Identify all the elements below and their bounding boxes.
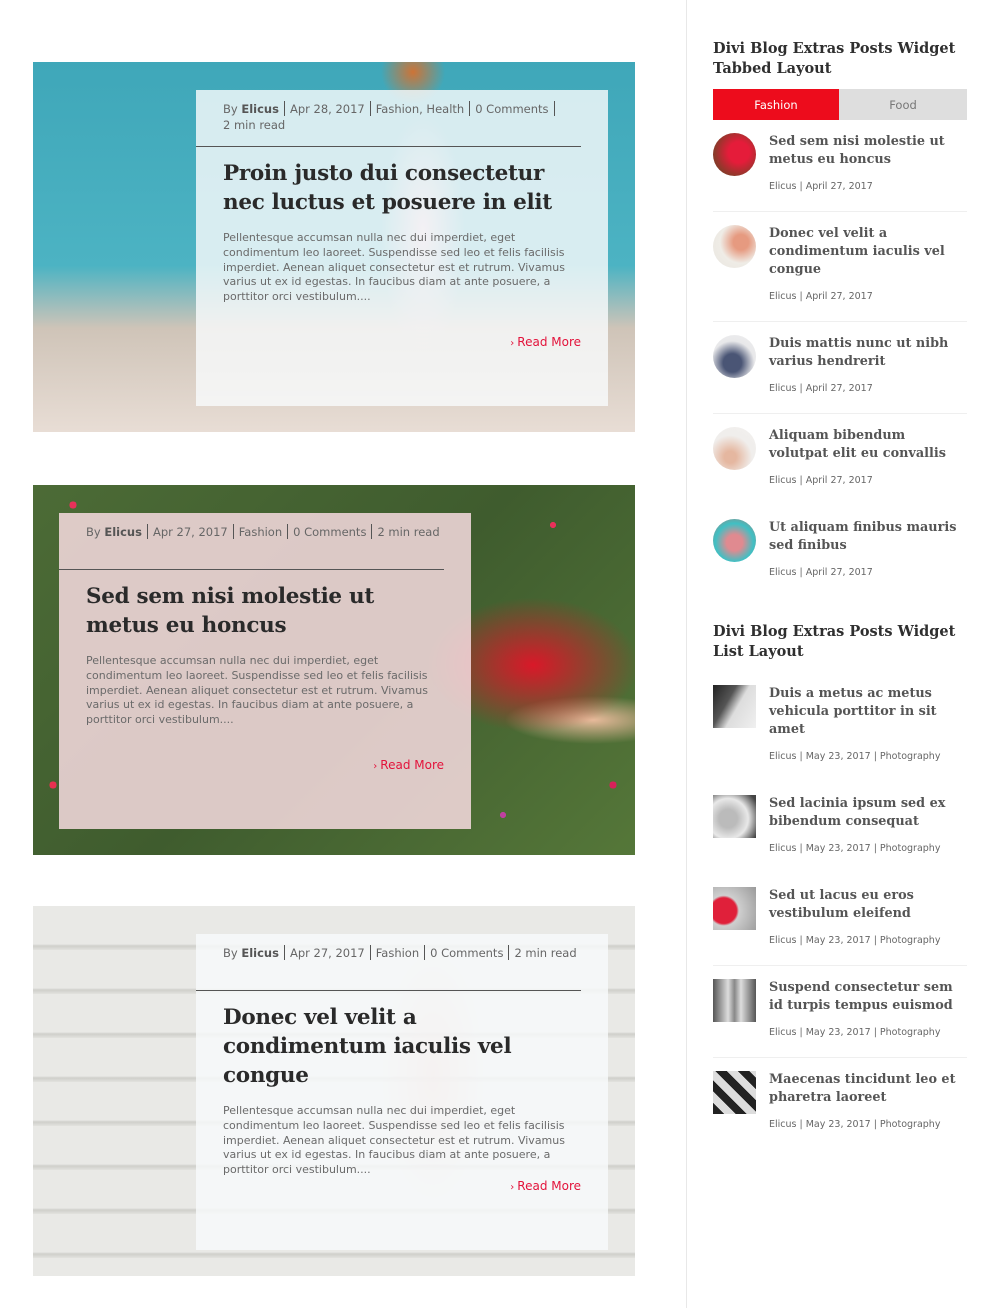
- sidebar-post-title[interactable]: Aliquam bibendum volutpat elit eu conval…: [769, 427, 967, 463]
- post-title-link[interactable]: Donec vel velit a condimentum iaculis ve…: [223, 1003, 581, 1090]
- meta-separator: [146, 524, 148, 539]
- post-read-time: 2 min read: [514, 946, 577, 960]
- blog-main-column: By Elicus Apr 28, 2017 Fashion, Health 0 Co…: [0, 0, 686, 1308]
- meta-separator: [508, 945, 510, 960]
- sidebar-post-meta: Elicus | April 27, 2017: [769, 291, 873, 302]
- post-categories-link[interactable]: Fashion, Health: [376, 102, 464, 116]
- read-more-label: Read More: [517, 335, 581, 349]
- meta-separator: [283, 945, 285, 960]
- read-more-label: Read More: [380, 758, 444, 772]
- post-thumbnail[interactable]: [713, 225, 756, 268]
- post-categories-link[interactable]: Fashion: [376, 946, 419, 960]
- item-divider: [713, 321, 967, 322]
- sidebar-post-meta: Elicus | April 27, 2017: [769, 567, 873, 578]
- sidebar-post-meta: Elicus | April 27, 2017: [769, 181, 873, 192]
- meta-separator: [287, 524, 289, 539]
- sidebar-post-title[interactable]: Sed ut lacus eu eros vestibulum eleifend: [769, 887, 967, 923]
- sidebar-post-title[interactable]: Ut aliquam finibus mauris sed finibus: [769, 519, 967, 555]
- meta-separator: [469, 101, 471, 116]
- item-divider: [713, 1057, 967, 1058]
- author-prefix: By: [86, 525, 101, 539]
- sidebar-post-title[interactable]: Duis a metus ac metus vehicula porttitor…: [769, 685, 967, 739]
- post-excerpt: Pellentesque accumsan nulla nec dui impe…: [223, 231, 565, 304]
- chevron-right-icon: ›: [373, 761, 378, 772]
- meta-separator: [371, 524, 373, 539]
- post-author-link[interactable]: Elicus: [241, 946, 279, 960]
- blog-post: By Elicus Apr 28, 2017 Fashion, Health 0 Co…: [33, 62, 635, 432]
- post-comments-link[interactable]: 0 Comments: [293, 525, 366, 539]
- post-title-link[interactable]: Proin justo dui consectetur nec luctus e…: [223, 159, 581, 217]
- post-thumbnail[interactable]: [713, 1071, 756, 1114]
- post-date: Apr 27, 2017: [289, 946, 365, 960]
- post-thumbnail[interactable]: [713, 979, 756, 1022]
- post-read-time: 2 min read: [377, 525, 440, 539]
- tab-food[interactable]: Food: [839, 89, 967, 120]
- meta-divider: [196, 990, 581, 991]
- sidebar-post-meta: Elicus | May 23, 2017 | Photography: [769, 1119, 941, 1130]
- post-date: Apr 28, 2017: [289, 102, 365, 116]
- widget-title: Divi Blog Extras Posts Widget List Layou…: [713, 623, 956, 660]
- sidebar-post-title[interactable]: Donec vel velit a condimentum iaculis ve…: [769, 225, 967, 279]
- post-thumbnail[interactable]: [713, 519, 756, 562]
- item-divider: [713, 211, 967, 212]
- post-author-link[interactable]: Elicus: [241, 102, 279, 116]
- sidebar-post-meta: Elicus | April 27, 2017: [769, 475, 873, 486]
- read-more-link[interactable]: › Read More: [510, 1179, 581, 1193]
- chevron-right-icon: ›: [510, 1182, 515, 1193]
- sidebar-post-meta: Elicus | May 23, 2017 | Photography: [769, 935, 941, 946]
- post-thumbnail[interactable]: [713, 795, 756, 838]
- sidebar-post-title[interactable]: Sed sem nisi molestie ut metus eu honcus: [769, 133, 967, 169]
- tab-fashion[interactable]: Fashion: [713, 89, 839, 120]
- post-thumbnail[interactable]: [713, 133, 756, 176]
- author-prefix: By: [223, 102, 238, 116]
- meta-separator: [283, 101, 285, 116]
- sidebar-post-title[interactable]: Maecenas tincidunt leo et pharetra laore…: [769, 1071, 967, 1107]
- item-divider: [713, 413, 967, 414]
- item-divider: [713, 965, 967, 966]
- meta-separator: [424, 945, 426, 960]
- meta-separator: [553, 101, 555, 116]
- post-thumbnail[interactable]: [713, 887, 756, 930]
- meta-divider: [196, 146, 581, 147]
- sidebar-post-title[interactable]: Suspend consectetur sem id turpis tempus…: [769, 979, 967, 1015]
- post-thumbnail[interactable]: [713, 685, 756, 728]
- post-overlay-card: By Elicus Apr 28, 2017 Fashion, Health 0 Co…: [196, 90, 608, 406]
- post-excerpt: Pellentesque accumsan nulla nec dui impe…: [86, 654, 428, 727]
- widget-title: Divi Blog Extras Posts Widget Tabbed Lay…: [713, 40, 956, 77]
- post-author-link[interactable]: Elicus: [104, 525, 142, 539]
- post-comments-link[interactable]: 0 Comments: [475, 102, 548, 116]
- meta-separator: [369, 101, 371, 116]
- sidebar-post-meta: Elicus | May 23, 2017 | Photography: [769, 751, 941, 762]
- read-more-link[interactable]: › Read More: [373, 758, 444, 772]
- meta-separator: [232, 524, 234, 539]
- sidebar-divider: [686, 0, 687, 1308]
- post-meta: By Elicus Apr 27, 2017 Fashion 0 Comments 2 …: [223, 934, 581, 990]
- author-prefix: By: [223, 946, 238, 960]
- post-read-time: 2 min read: [223, 118, 286, 132]
- post-date: Apr 27, 2017: [152, 525, 228, 539]
- chevron-right-icon: ›: [510, 338, 515, 349]
- sidebar-post-meta: Elicus | May 23, 2017 | Photography: [769, 1027, 941, 1038]
- post-meta: By Elicus Apr 27, 2017 Fashion 0 Comments 2 …: [86, 513, 444, 569]
- meta-divider: [59, 569, 444, 570]
- sidebar-post-meta: Elicus | May 23, 2017 | Photography: [769, 843, 941, 854]
- post-meta: By Elicus Apr 28, 2017 Fashion, Health 0 Co…: [223, 90, 581, 146]
- post-thumbnail[interactable]: [713, 427, 756, 470]
- post-thumbnail[interactable]: [713, 335, 756, 378]
- sidebar-post-meta: Elicus | April 27, 2017: [769, 383, 873, 394]
- category-tabs: Fashion Food: [713, 89, 967, 120]
- post-comments-link[interactable]: 0 Comments: [430, 946, 503, 960]
- blog-post: By Elicus Apr 27, 2017 Fashion 0 Comments 2 …: [33, 485, 635, 855]
- sidebar-post-title[interactable]: Sed lacinia ipsum sed ex bibendum conseq…: [769, 795, 967, 831]
- sidebar-post-title[interactable]: Duis mattis nunc ut nibh varius hendreri…: [769, 335, 967, 371]
- meta-separator: [369, 945, 371, 960]
- blog-post: By Elicus Apr 27, 2017 Fashion 0 Comments 2 …: [33, 906, 635, 1276]
- read-more-label: Read More: [517, 1179, 581, 1193]
- post-title-link[interactable]: Sed sem nisi molestie ut metus eu honcus: [86, 582, 444, 640]
- post-overlay-card: By Elicus Apr 27, 2017 Fashion 0 Comments 2 …: [59, 513, 471, 829]
- post-excerpt: Pellentesque accumsan nulla nec dui impe…: [223, 1104, 565, 1177]
- read-more-link[interactable]: › Read More: [510, 335, 581, 349]
- post-categories-link[interactable]: Fashion: [239, 525, 282, 539]
- post-overlay-card: By Elicus Apr 27, 2017 Fashion 0 Comments 2 …: [196, 934, 608, 1250]
